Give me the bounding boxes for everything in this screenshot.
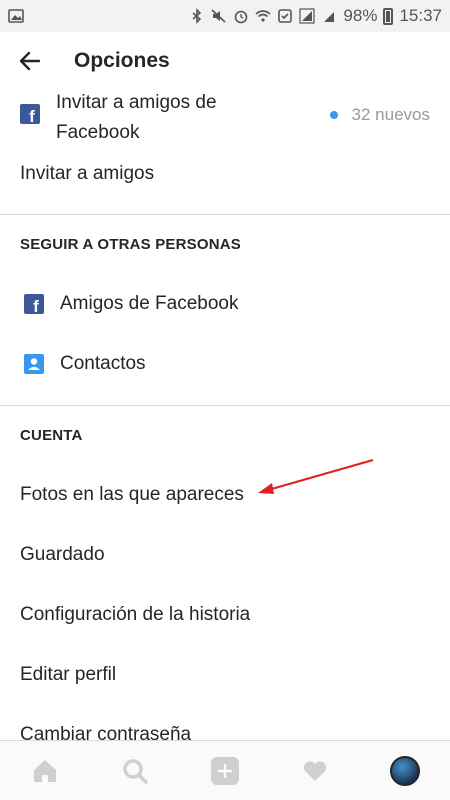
nav-add-post[interactable] <box>203 749 247 793</box>
alarm-icon <box>235 10 248 24</box>
new-count-badge: 32 nuevos <box>329 105 430 125</box>
clock: 15:37 <box>399 6 442 25</box>
invite-facebook-label: Invitar a amigos de Facebook <box>56 92 217 143</box>
gallery-notification-icon <box>8 9 24 23</box>
add-post-icon <box>211 756 239 785</box>
options-list[interactable]: f Invitar a amigos de Facebook 32 nuevos… <box>0 90 450 740</box>
back-button[interactable] <box>0 32 60 90</box>
wifi-icon <box>255 10 271 22</box>
change-password-item[interactable]: Cambiar contraseña <box>0 715 450 740</box>
divider <box>0 214 450 215</box>
search-icon <box>123 758 148 784</box>
back-arrow-icon <box>19 51 41 71</box>
annotation-arrow-icon <box>258 458 374 494</box>
status-left <box>8 8 24 24</box>
nav-activity[interactable] <box>293 749 337 793</box>
invite-friends-item[interactable]: Invitar a amigos <box>0 154 450 194</box>
new-dot-icon <box>329 111 338 119</box>
battery-icon <box>383 7 394 25</box>
photos-of-you-item[interactable]: Fotos en las que apareces <box>0 475 450 515</box>
facebook-friends-item[interactable]: f Amigos de Facebook <box>0 284 450 324</box>
story-settings-item[interactable]: Configuración de la historia <box>0 595 450 635</box>
activity-heart-icon <box>303 760 327 781</box>
edit-profile-item[interactable]: Editar perfil <box>0 655 450 695</box>
section-header-account: CUENTA <box>20 427 83 444</box>
bottom-nav <box>0 740 450 800</box>
divider <box>0 405 450 406</box>
signal-icon <box>299 8 316 24</box>
facebook-icon: f <box>20 104 40 124</box>
profile-avatar <box>390 755 420 786</box>
page-title: Opciones <box>74 49 170 72</box>
contacts-icon <box>24 354 44 374</box>
section-header-follow: SEGUIR A OTRAS PERSONAS <box>20 236 242 253</box>
status-right: 98% 15:37 <box>189 6 442 26</box>
facebook-icon: f <box>24 294 44 314</box>
mute-icon <box>211 9 226 23</box>
battery-percent: 98% <box>343 6 378 25</box>
nav-home[interactable] <box>23 749 67 793</box>
nav-profile[interactable] <box>383 749 427 793</box>
data-saver-icon <box>278 9 293 23</box>
home-icon <box>34 759 56 782</box>
contacts-item[interactable]: Contactos <box>0 344 450 384</box>
app-bar: Opciones <box>0 32 450 90</box>
signal-2-icon <box>324 12 335 22</box>
bluetooth-icon <box>192 8 202 24</box>
nav-search[interactable] <box>113 749 157 793</box>
status-bar: 98% 15:37 <box>0 0 450 32</box>
saved-item[interactable]: Guardado <box>0 535 450 575</box>
